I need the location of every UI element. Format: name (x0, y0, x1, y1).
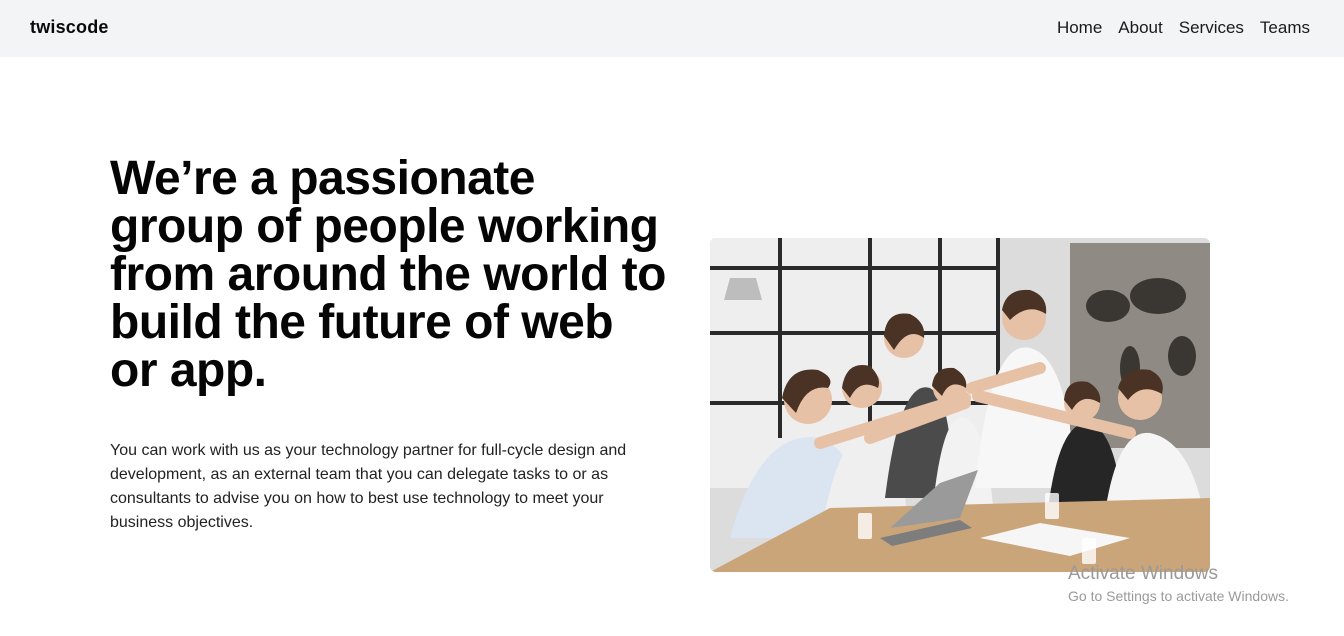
watermark-title: Activate Windows (1068, 563, 1218, 584)
watermark-subtitle: Go to Settings to activate Windows. (1068, 588, 1289, 604)
nav-link-home[interactable]: Home (1057, 18, 1102, 38)
team-photo (710, 238, 1210, 572)
windows-activation-watermark: Activate Windows Go to Settings to activ… (1068, 563, 1289, 606)
hero-description: You can work with us as your technology … (110, 442, 627, 531)
nav-link-teams[interactable]: Teams (1260, 18, 1310, 38)
nav-link-about[interactable]: About (1118, 18, 1162, 38)
nav-link-services[interactable]: Services (1179, 18, 1244, 38)
nav-menu: Home About Services Teams (1057, 18, 1310, 38)
hero-headline: We’re a passionate group of people worki… (110, 152, 666, 397)
team-photo-illustration (710, 238, 1210, 572)
navbar: twiscode Home About Services Teams (0, 0, 1344, 57)
brand-logo[interactable]: twiscode (30, 17, 109, 38)
